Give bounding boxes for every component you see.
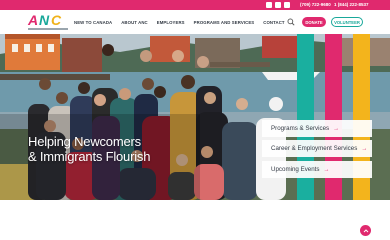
nav-about-anc[interactable]: ABOUT ANC xyxy=(121,20,148,26)
hero-link-programs-services[interactable]: Programs & Services → xyxy=(262,120,372,137)
volunteer-button[interactable]: VOLUNTEER xyxy=(331,17,363,27)
hero-headline: Helping Newcomers & Immigrants Flourish xyxy=(28,134,150,164)
arrow-right-icon: → xyxy=(361,145,368,152)
donate-button[interactable]: DONATE xyxy=(302,17,326,27)
arrow-right-icon: → xyxy=(323,166,330,173)
logo-letter-a: A xyxy=(28,12,39,28)
anc-logo[interactable]: A N C xyxy=(28,13,68,31)
logo-letter-n: N xyxy=(39,12,50,28)
hero-headline-line2: & Immigrants Flourish xyxy=(28,149,151,164)
social-links xyxy=(266,2,290,8)
top-bar: (709) 722-9680 1 (844) 222-8537 xyxy=(0,0,390,10)
phone-local[interactable]: (709) 722-9680 xyxy=(300,1,331,9)
hero-link-career-employment[interactable]: Career & Employment Services → xyxy=(262,140,372,157)
hero-link-upcoming-events[interactable]: Upcoming Events → xyxy=(262,161,372,178)
nav-new-to-canada[interactable]: NEW TO CANADA xyxy=(74,20,112,26)
hero-link-label: Programs & Services xyxy=(271,125,330,132)
logo-tagline-bar xyxy=(28,28,68,30)
logo-letter-c: C xyxy=(51,12,62,28)
phone-tollfree[interactable]: 1 (844) 222-8537 xyxy=(334,1,369,9)
arrow-right-icon: → xyxy=(333,125,340,132)
facebook-icon[interactable] xyxy=(266,2,272,8)
instagram-icon[interactable] xyxy=(284,2,290,8)
nav-employers[interactable]: EMPLOYERS xyxy=(157,20,185,26)
hero-headline-line1: Helping Newcomers xyxy=(28,134,141,149)
hero-link-label: Upcoming Events xyxy=(271,166,320,173)
chevron-up-icon xyxy=(363,228,368,232)
hero-link-label: Career & Employment Services xyxy=(271,145,358,152)
nav-contact[interactable]: CONTACT xyxy=(263,20,284,26)
scroll-to-top-button[interactable] xyxy=(360,225,371,236)
page-below-fold xyxy=(0,200,390,240)
twitter-icon[interactable] xyxy=(275,2,281,8)
site-header: A N C NEW TO CANADA ABOUT ANC EMPLOYERS … xyxy=(0,10,390,34)
main-nav: NEW TO CANADA ABOUT ANC EMPLOYERS PROGRA… xyxy=(74,20,285,26)
nav-programs-and-services[interactable]: PROGRAMS AND SERVICES xyxy=(194,20,255,26)
search-icon[interactable] xyxy=(287,18,295,26)
